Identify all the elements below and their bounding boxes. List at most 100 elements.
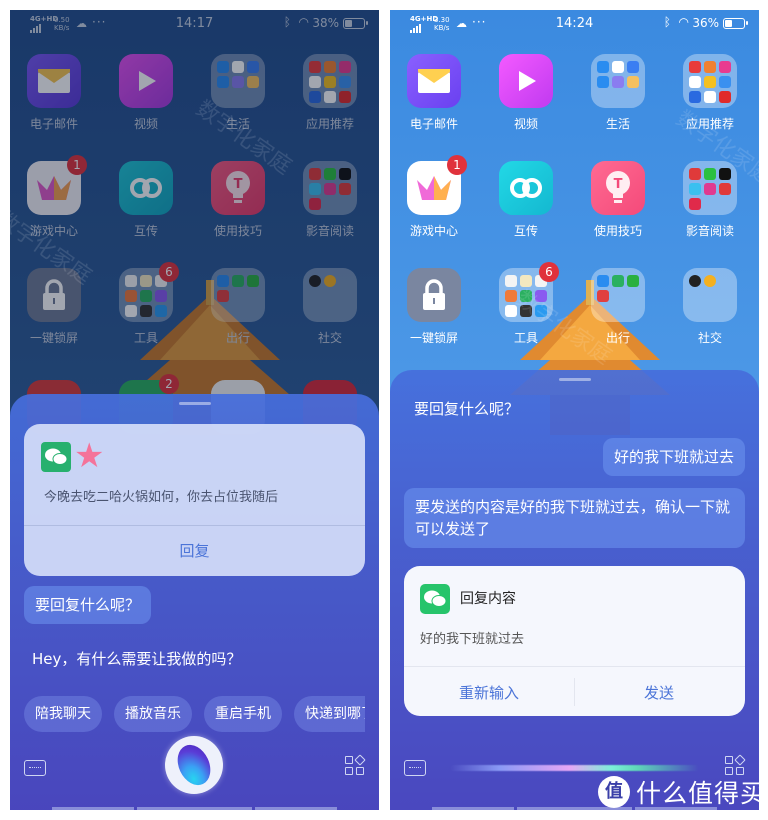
folder-recommended[interactable]: 应用推荐 (666, 54, 754, 132)
assistant-greeting: Hey，有什么需要让我做的吗？ (32, 650, 242, 668)
folder-media[interactable]: 影音阅读 (286, 161, 374, 239)
lightbulb-icon: T (591, 161, 645, 215)
confirm-card-body: 好的我下班就过去 (420, 632, 525, 647)
svg-text:T: T (234, 177, 243, 192)
folder-icon (211, 54, 265, 108)
suggestion-chip[interactable]: 陪我聊天 (24, 696, 102, 732)
folder-icon (683, 268, 737, 322)
folder-icon (211, 268, 265, 322)
bluetooth-icon: ᛒ (663, 15, 671, 29)
battery-percent: 36% (692, 16, 719, 30)
keyboard-icon[interactable] (24, 760, 46, 776)
battery-percent: 38% (312, 16, 339, 30)
divider (404, 666, 745, 667)
lightbulb-icon: T (211, 161, 265, 215)
notification-badge: 6 (539, 262, 559, 282)
reinput-button[interactable]: 重新输入 (404, 682, 574, 703)
app-video[interactable]: 视频 (102, 54, 190, 132)
wechat-icon (420, 584, 450, 614)
folder-icon: 6 (499, 262, 559, 322)
play-icon (119, 54, 173, 108)
suggestion-chip[interactable]: 重启手机 (204, 696, 282, 732)
folder-recommended[interactable]: 应用推荐 (286, 54, 374, 132)
wifi-icon: ◠ (298, 15, 309, 29)
folder-icon (303, 268, 357, 322)
drag-handle[interactable] (178, 402, 211, 405)
folder-icon (303, 161, 357, 215)
play-icon (499, 54, 553, 108)
wechat-icon (41, 442, 71, 472)
folder-social[interactable]: 社交 (286, 268, 374, 346)
drag-handle[interactable] (558, 378, 591, 381)
notification-badge: 1 (447, 155, 467, 175)
folder-travel[interactable]: 出行 (574, 268, 662, 346)
left-phone-screen: 4G+HD 0.50 KB/s ☁ ··· 14:17 ᛒ ◠ 38% 电子邮件 … (10, 10, 379, 810)
status-bar: 4G+HD 0.50 KB/s ☁ ··· 14:17 ᛒ ◠ 38% (10, 10, 379, 38)
assistant-panel: 要回复什么呢？ 好的我下班就过去 要发送的内容是好的我下班就过去，确认一下就可以… (390, 370, 759, 810)
masked-sender-name: ★ (74, 436, 105, 476)
app-tips[interactable]: T 使用技巧 (574, 161, 662, 239)
app-transfer[interactable]: 互传 (482, 161, 570, 239)
folder-tools[interactable]: 6 工具 (482, 262, 570, 346)
confirm-card-title: 回复内容 (460, 591, 516, 607)
link-rings-icon (119, 161, 173, 215)
send-button[interactable]: 发送 (574, 682, 744, 703)
site-watermark-logo: 值 什么值得买 (598, 773, 766, 811)
folder-life[interactable]: 生活 (574, 54, 662, 132)
assistant-prompt: 要回复什么呢？ (414, 400, 520, 418)
suggestion-chips: 陪我聊天 播放音乐 重启手机 快递到哪了 (24, 696, 365, 732)
svg-text:T: T (614, 177, 623, 192)
app-game-center[interactable]: 1 游戏中心 (390, 155, 478, 239)
folder-icon: 6 (119, 262, 179, 322)
battery-icon (723, 18, 748, 29)
smzdm-logo-icon: 值 (598, 776, 630, 808)
orb-blob-icon (171, 739, 217, 791)
folder-icon (683, 161, 737, 215)
app-transfer[interactable]: 互传 (102, 161, 190, 239)
keyboard-icon[interactable] (404, 760, 426, 776)
folder-icon (591, 54, 645, 108)
folder-travel[interactable]: 出行 (194, 268, 282, 346)
right-phone-screen: 4G+HD 3.30 KB/s ☁ ··· 14:24 ᛒ ◠ 36% 电子邮件 … (390, 10, 759, 810)
app-email[interactable]: 电子邮件 (10, 54, 98, 132)
mail-icon (27, 54, 81, 108)
folder-tools[interactable]: 6 工具 (102, 262, 190, 346)
wechat-notification-card: ★ 今晚去吃二哈火锅如何，你去占位我随后 回复 (24, 424, 365, 576)
folder-media[interactable]: 影音阅读 (666, 161, 754, 239)
user-reply-bubble: 好的我下班就过去 (602, 438, 745, 476)
folder-icon (591, 268, 645, 322)
voice-assistant-orb[interactable] (165, 736, 223, 794)
smzdm-logo-text: 什么值得买 (636, 779, 767, 808)
reply-button[interactable]: 回复 (24, 540, 365, 561)
lock-icon (27, 268, 81, 322)
suggestion-chip[interactable]: 快递到哪了 (294, 696, 365, 732)
mail-icon (407, 54, 461, 108)
divider (24, 525, 365, 526)
app-lock-screen[interactable]: 一键锁屏 (10, 268, 98, 346)
notification-badge: 6 (159, 262, 179, 282)
notification-badge: 2 (159, 374, 179, 394)
assistant-prompt-bubble: 要回复什么呢？ (24, 586, 152, 624)
voice-waveform (450, 765, 699, 771)
assistant-confirm-bubble: 要发送的内容是好的我下班就过去，确认一下就可以发送了 (404, 488, 745, 548)
app-video[interactable]: 视频 (482, 54, 570, 132)
folder-icon (683, 54, 737, 108)
folder-life[interactable]: 生活 (194, 54, 282, 132)
notification-message: 今晚去吃二哈火锅如何，你去占位我随后 (44, 490, 279, 505)
crown-icon: 1 (27, 155, 87, 215)
assistant-panel: ★ 今晚去吃二哈火锅如何，你去占位我随后 回复 要回复什么呢？ Hey，有什么需… (10, 394, 379, 810)
app-lock-screen[interactable]: 一键锁屏 (390, 268, 478, 346)
app-tips[interactable]: T 使用技巧 (194, 161, 282, 239)
wifi-icon: ◠ (678, 15, 689, 29)
app-game-center[interactable]: 1 游戏中心 (10, 155, 98, 239)
apps-grid-icon[interactable] (345, 754, 366, 776)
nav-bar (10, 804, 379, 810)
link-rings-icon (499, 161, 553, 215)
notification-badge: 1 (67, 155, 87, 175)
battery-icon (343, 18, 368, 29)
folder-social[interactable]: 社交 (666, 268, 754, 346)
folder-icon (303, 54, 357, 108)
app-email[interactable]: 电子邮件 (390, 54, 478, 132)
suggestion-chip[interactable]: 播放音乐 (114, 696, 192, 732)
status-bar: 4G+HD 3.30 KB/s ☁ ··· 14:24 ᛒ ◠ 36% (390, 10, 759, 38)
